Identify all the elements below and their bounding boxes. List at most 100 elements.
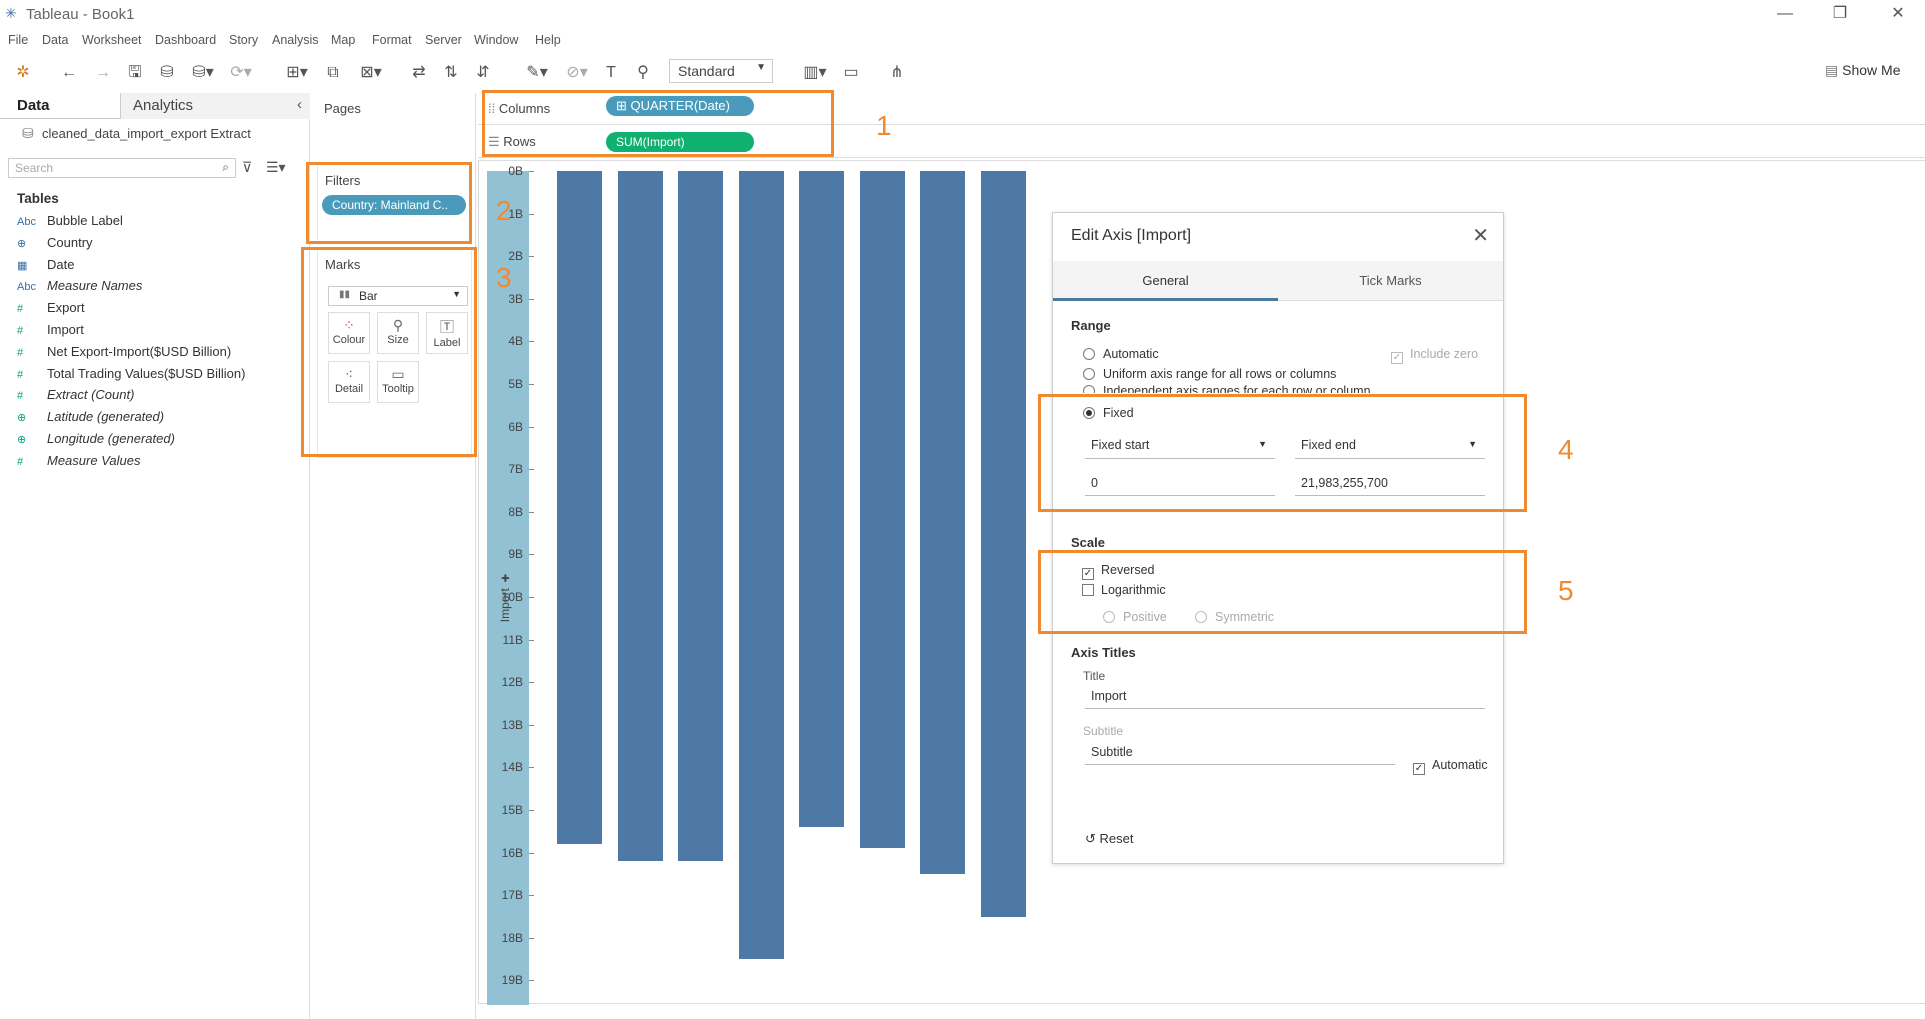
tab-analytics[interactable]: Analytics ‹ xyxy=(120,93,310,119)
datasource-name[interactable]: cleaned_data_import_export Extract xyxy=(42,126,251,141)
field-item[interactable]: ⊕ Latitude (generated) xyxy=(17,409,164,429)
bar[interactable] xyxy=(859,171,905,849)
field-item[interactable]: # Import xyxy=(17,322,84,342)
field-item[interactable]: ⊕ Longitude (generated) xyxy=(17,431,175,451)
bar[interactable] xyxy=(557,171,602,845)
swap-icon[interactable]: ⇄ xyxy=(408,62,430,84)
group-icon[interactable]: ⊘▾ xyxy=(560,62,594,84)
radio-icon xyxy=(1083,368,1095,380)
presentation-icon[interactable]: ▭ xyxy=(840,62,862,84)
search-placeholder: Search xyxy=(15,161,54,175)
radio-automatic[interactable]: Automatic xyxy=(1083,347,1159,361)
annotation-box-3 xyxy=(301,247,477,457)
filter-icon[interactable]: ⊽ xyxy=(242,159,252,176)
close-window-icon[interactable]: ✕ xyxy=(1878,2,1918,26)
y-tick-label: 14B xyxy=(501,760,523,775)
y-tick-label: 17B xyxy=(501,888,523,903)
y-tick-mark xyxy=(529,937,534,939)
field-item[interactable]: # Measure Values xyxy=(17,453,140,473)
field-item[interactable]: # Export xyxy=(17,300,85,320)
menu-server[interactable]: Server xyxy=(425,33,462,47)
reset-button[interactable]: ↺ Reset xyxy=(1085,831,1133,847)
y-axis[interactable]: Import✚ 0B 1B 2B 3B 4B 5B 6B 7B 8B 9B 10B 11B 12B 13B… xyxy=(487,164,534,1005)
title-bar: ✳ Tableau - Book1 — ❐ ✕ xyxy=(0,0,1925,28)
y-tick-label: 5B xyxy=(508,377,523,391)
menu-window[interactable]: Window xyxy=(474,33,518,47)
menu-file[interactable]: File xyxy=(8,33,28,47)
field-item[interactable]: Abc Measure Names xyxy=(17,278,142,298)
field-item[interactable]: ⊕ Country xyxy=(17,235,93,255)
show-cards-icon[interactable]: ▥▾ xyxy=(798,62,832,84)
y-tick-mark xyxy=(529,511,534,513)
show-labels-icon[interactable]: T xyxy=(600,62,622,84)
restore-icon[interactable]: ❐ xyxy=(1820,2,1860,26)
view-options-icon[interactable]: ☰▾ xyxy=(266,159,286,176)
search-input[interactable]: Search ⌕ xyxy=(8,158,236,178)
clear-sheet-icon[interactable]: ⊠▾ xyxy=(354,62,388,84)
y-tick-mark xyxy=(529,298,534,300)
y-tick-mark xyxy=(529,852,534,854)
dimension-icon: ▦ xyxy=(17,259,28,272)
y-tick-mark xyxy=(529,256,534,258)
toolbar: ✲ ← → 🖫 ⛁ ⛁▾ ⟳▾ ⊞▾ ⧉ ⊠▾ ⇄ ⇅ ⇵ ✎▾ ⊘▾ T ⚲ … xyxy=(0,52,1925,92)
sort-descending-icon[interactable]: ⇵ xyxy=(472,62,494,84)
minimize-icon[interactable]: — xyxy=(1765,2,1805,26)
range-heading: Range xyxy=(1071,318,1111,333)
undo-icon[interactable]: ← xyxy=(58,62,80,84)
bar[interactable] xyxy=(678,171,723,862)
field-item[interactable]: Abc Bubble Label xyxy=(17,213,123,233)
fit-dropdown[interactable]: Standard ▼ xyxy=(669,59,773,83)
dimension-icon: ⊕ xyxy=(17,237,27,250)
tableau-home-icon[interactable]: ✲ xyxy=(12,62,34,84)
pause-updates-icon[interactable]: ⛁▾ xyxy=(188,62,218,84)
show-me-button[interactable]: ▤ Show Me xyxy=(1825,62,1900,79)
menu-worksheet[interactable]: Worksheet xyxy=(82,33,142,47)
include-zero-checkbox[interactable]: ✓ Include zero xyxy=(1391,347,1478,364)
measure-icon: ⊕ xyxy=(17,434,27,446)
y-tick-mark xyxy=(529,213,534,215)
close-icon[interactable]: ✕ xyxy=(1472,223,1489,248)
menu-data[interactable]: Data xyxy=(42,33,68,47)
sort-ascending-icon[interactable]: ⇅ xyxy=(440,62,462,84)
pin-icon[interactable]: ⚲ xyxy=(632,62,654,84)
menu-dashboard[interactable]: Dashboard xyxy=(155,33,216,47)
measure-icon: ⊕ xyxy=(17,412,27,425)
y-tick-label: 10B xyxy=(501,590,523,604)
y-tick-mark xyxy=(529,767,534,769)
field-item[interactable]: # Extract (Count) xyxy=(17,387,134,407)
collapse-icon[interactable]: ‹ xyxy=(297,96,302,113)
menu-analysis[interactable]: Analysis xyxy=(272,33,319,47)
new-datasource-icon[interactable]: ⛁ xyxy=(156,62,178,84)
bar[interactable] xyxy=(799,171,844,828)
field-item[interactable]: # Total Trading Values($USD Billion) xyxy=(17,366,245,386)
field-item[interactable]: ▦ Date xyxy=(17,257,74,277)
bar[interactable] xyxy=(617,171,663,862)
menu-map[interactable]: Map xyxy=(331,33,355,47)
refresh-icon[interactable]: ⟳▾ xyxy=(226,62,256,84)
menu-format[interactable]: Format xyxy=(372,33,412,47)
tab-tick-marks[interactable]: Tick Marks xyxy=(1278,273,1503,288)
bar[interactable] xyxy=(920,171,965,874)
pages-card[interactable]: Pages xyxy=(317,93,472,157)
menu-help[interactable]: Help xyxy=(535,33,561,47)
menu-story[interactable]: Story xyxy=(229,33,258,47)
chevron-down-icon: ▼ xyxy=(756,62,766,73)
field-item[interactable]: # Net Export-Import($USD Billion) xyxy=(17,344,231,364)
subtitle-input[interactable]: Subtitle xyxy=(1085,739,1395,765)
new-worksheet-icon[interactable]: ⊞▾ xyxy=(280,62,314,84)
save-icon[interactable]: 🖫 xyxy=(124,62,146,84)
bar[interactable] xyxy=(738,171,784,960)
tab-data[interactable]: Data xyxy=(17,97,50,114)
share-icon[interactable]: ⋔ xyxy=(886,62,908,84)
radio-independent[interactable]: Independent axis ranges for each row or … xyxy=(1083,384,1371,393)
bar[interactable] xyxy=(980,171,1026,917)
tab-general[interactable]: General xyxy=(1053,261,1278,301)
duplicate-icon[interactable]: ⧉ xyxy=(322,62,344,84)
highlight-icon[interactable]: ✎▾ xyxy=(520,62,554,84)
redo-icon[interactable]: → xyxy=(92,62,114,84)
automatic-checkbox[interactable]: ✓ Automatic xyxy=(1413,758,1488,775)
title-input[interactable]: Import xyxy=(1085,683,1485,709)
checkmark-icon: ✓ xyxy=(1413,763,1425,775)
field-label: Latitude (generated) xyxy=(47,409,165,425)
radio-uniform[interactable]: Uniform axis range for all rows or colum… xyxy=(1083,367,1336,381)
